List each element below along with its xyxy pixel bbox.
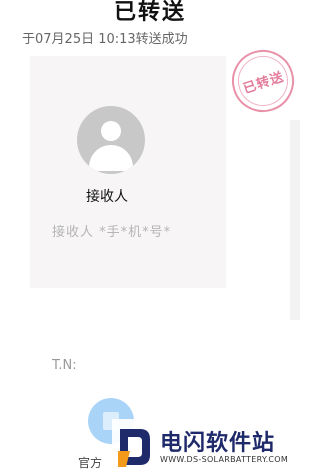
watermark-title: 电闪软件站: [160, 431, 276, 456]
transferred-stamp: 已转送: [223, 41, 303, 121]
watermark-url: WWW.DS-SOLARBATTERY.COM: [160, 455, 289, 464]
avatar-head: [101, 121, 121, 141]
transfer-time-text: 于07月25日 10:13转送成功: [22, 32, 188, 47]
page-title: 已转送: [113, 0, 186, 25]
receiver-phone: 接收人 *手*机*号*: [52, 225, 172, 240]
watermark: 电闪软件站 WWW.DS-SOLARBATTERY.COM: [112, 419, 300, 473]
tn-label: T.N:: [52, 358, 77, 373]
avatar-body: [89, 145, 133, 171]
avatar-icon: [77, 106, 145, 174]
side-divider: [290, 120, 300, 320]
receiver-label: 接收人: [86, 189, 128, 205]
receiver-card: [30, 56, 226, 288]
official-label: 官方: [78, 456, 103, 470]
watermark-logo-icon: [118, 429, 150, 467]
